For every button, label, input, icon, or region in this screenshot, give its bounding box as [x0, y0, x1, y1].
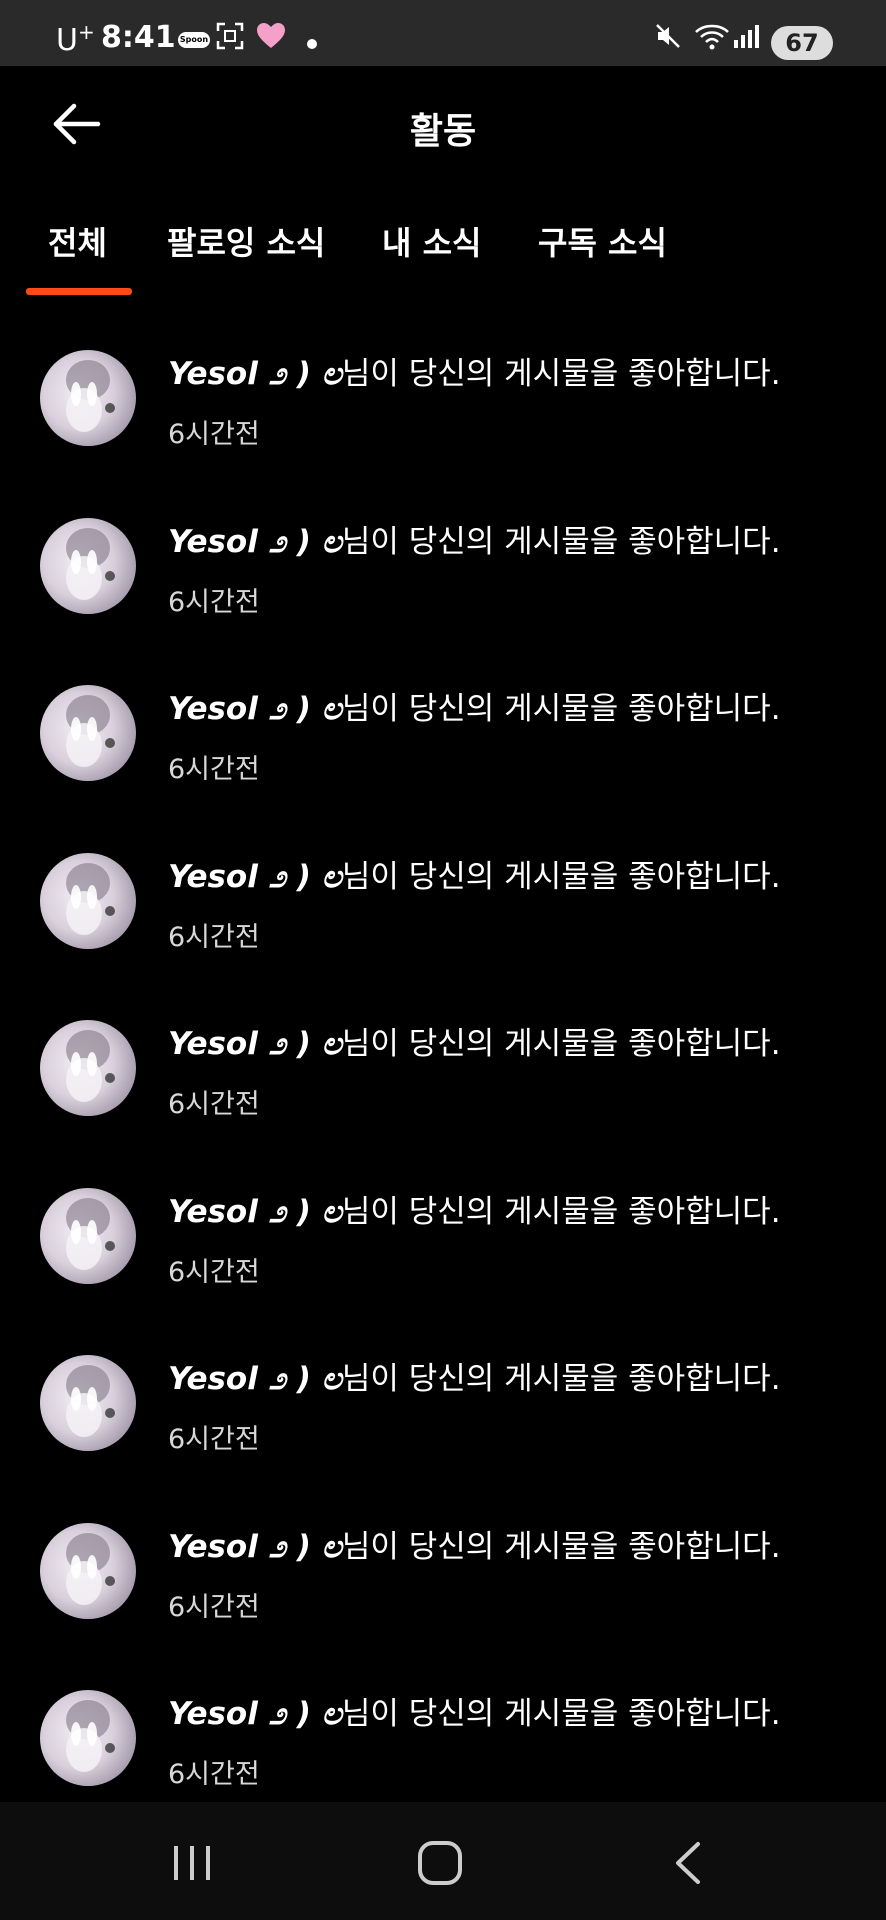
activity-time: 6시간전: [168, 1591, 260, 1623]
activity-item[interactable]: Yesol ೨ ) ಲ님이 당신의 게시물을 좋아합니다. 6시간전: [0, 318, 886, 486]
activity-item[interactable]: Yesol ೨ ) ಲ님이 당신의 게시물을 좋아합니다. 6시간전: [0, 821, 886, 989]
spoon-app-icon: Spoon: [178, 32, 210, 48]
avatar[interactable]: [40, 517, 136, 614]
tab-subscription-news[interactable]: 구독 소식: [538, 218, 667, 264]
activity-message-text: 님이 당신의 게시물을 좋아합니다.: [341, 858, 781, 895]
activity-message-text: 님이 당신의 게시물을 좋아합니다.: [341, 1361, 781, 1397]
recents-icon: [174, 1846, 210, 1880]
battery-indicator: 67: [771, 26, 833, 60]
avatar-illustration: [66, 360, 115, 432]
activity-item[interactable]: Yesol ೨ ) ಲ님이 당신의 게시물을 좋아합니다. 6시간전: [0, 1658, 886, 1826]
activity-message: Yesol ೨ ) ಲ님이 당신의 게시물을 좋아합니다.: [168, 1186, 781, 1231]
activity-username: Yesol ೨ ) ಲ: [168, 523, 342, 560]
avatar-illustration: [66, 1700, 115, 1772]
activity-message-text: 님이 당신의 게시물을 좋아합니다.: [341, 356, 781, 392]
active-tab-indicator: [26, 288, 132, 295]
avatar-illustration: [66, 527, 115, 600]
avatar[interactable]: [40, 1020, 136, 1116]
activity-time: 6시간전: [168, 1089, 260, 1120]
tab-my-news[interactable]: 내 소식: [382, 218, 481, 264]
activity-message-text: 님이 당신의 게시물을 좋아합니다.: [341, 1193, 781, 1230]
activity-item[interactable]: Yesol ೨ ) ಲ님이 당신의 게시물을 좋아합니다. 6시간전: [0, 1323, 886, 1491]
status-time: 8:41: [101, 20, 176, 55]
activity-time: 6시간전: [168, 1424, 260, 1455]
activity-time: 6시간전: [168, 1759, 260, 1790]
activity-list: Yesol ೨ ) ಲ님이 당신의 게시물을 좋아합니다. 6시간전 Yesol ೨…: [0, 318, 886, 1826]
nav-back-button[interactable]: [660, 1838, 720, 1888]
tab-bar: 전체 팔로잉 소식 내 소식 구독 소식: [0, 210, 886, 300]
activity-time: 6시간전: [168, 1256, 260, 1288]
activity-message-text: 님이 당신의 게시물을 좋아합니다.: [341, 1026, 781, 1062]
activity-username: Yesol ೨ ) ಲ: [168, 1696, 342, 1732]
heart-icon: [256, 22, 286, 54]
chevron-left-icon: [676, 1842, 700, 1884]
notification-dot-icon: [306, 30, 318, 54]
activity-message: Yesol ೨ ) ಲ님이 당신의 게시물을 좋아합니다.: [168, 1353, 781, 1398]
activity-message-text: 님이 당신의 게시물을 좋아합니다.: [341, 1696, 781, 1732]
activity-username: Yesol ೨ ) ಲ: [168, 1026, 342, 1062]
mute-icon: [654, 22, 682, 54]
avatar[interactable]: [40, 1355, 136, 1451]
avatar-illustration: [66, 1030, 115, 1102]
avatar[interactable]: [40, 1522, 136, 1619]
tab-following-news[interactable]: 팔로잉 소식: [167, 218, 325, 264]
activity-message: Yesol ೨ ) ಲ님이 당신의 게시물을 좋아합니다.: [168, 851, 781, 896]
avatar[interactable]: [40, 852, 136, 949]
home-icon: [418, 1841, 462, 1885]
activity-message: Yesol ೨ ) ಲ님이 당신의 게시물을 좋아합니다.: [168, 1018, 781, 1063]
activity-item[interactable]: Yesol ೨ ) ಲ님이 당신의 게시물을 좋아합니다. 6시간전: [0, 653, 886, 821]
activity-username: Yesol ೨ ) ಲ: [168, 1193, 342, 1230]
activity-username: Yesol ೨ ) ಲ: [168, 1361, 342, 1397]
activity-time: 6시간전: [168, 921, 260, 953]
tab-all[interactable]: 전체: [48, 218, 107, 264]
activity-username: Yesol ೨ ) ಲ: [168, 691, 342, 727]
activity-message: Yesol ೨ ) ಲ님이 당신의 게시물을 좋아합니다.: [168, 1521, 781, 1566]
system-navigation-bar: [0, 1802, 886, 1920]
wifi-icon: [694, 22, 730, 56]
activity-message: Yesol ೨ ) ಲ님이 당신의 게시물을 좋아합니다.: [168, 348, 781, 393]
activity-item[interactable]: Yesol ೨ ) ಲ님이 당신의 게시물을 좋아합니다. 6시간전: [0, 486, 886, 654]
app-header: 활동: [0, 66, 886, 186]
activity-message: Yesol ೨ ) ಲ님이 당신의 게시물을 좋아합니다.: [168, 1688, 781, 1733]
activity-username: Yesol ೨ ) ಲ: [168, 356, 342, 392]
activity-item[interactable]: Yesol ೨ ) ಲ님이 당신의 게시물을 좋아합니다. 6시간전: [0, 1156, 886, 1324]
avatar-illustration: [66, 862, 115, 935]
carrier-label: U+: [56, 20, 95, 58]
recents-button[interactable]: [162, 1838, 222, 1888]
home-button[interactable]: [410, 1838, 470, 1888]
page-title: 활동: [409, 111, 477, 152]
signal-icon: [732, 22, 760, 54]
activity-time: 6시간전: [168, 586, 260, 618]
avatar-illustration: [66, 1365, 115, 1437]
activity-message-text: 님이 당신의 게시물을 좋아합니다.: [341, 691, 781, 727]
status-bar: U+ 8:41 Spoon 67: [0, 0, 886, 66]
activity-message: Yesol ೨ ) ಲ님이 당신의 게시물을 좋아합니다.: [168, 516, 781, 561]
activity-item[interactable]: Yesol ೨ ) ಲ님이 당신의 게시물을 좋아합니다. 6시간전: [0, 988, 886, 1156]
activity-message: Yesol ೨ ) ಲ님이 당신의 게시물을 좋아합니다.: [168, 683, 781, 728]
activity-time: 6시간전: [168, 419, 260, 450]
avatar[interactable]: [40, 1690, 136, 1786]
avatar-illustration: [66, 1532, 115, 1605]
avatar-illustration: [66, 1197, 115, 1270]
avatar-illustration: [66, 695, 115, 767]
activity-item[interactable]: Yesol ೨ ) ಲ님이 당신의 게시물을 좋아합니다. 6시간전: [0, 1491, 886, 1659]
activity-message-text: 님이 당신의 게시물을 좋아합니다.: [341, 1528, 781, 1565]
avatar[interactable]: [40, 685, 136, 781]
activity-time: 6시간전: [168, 754, 260, 785]
avatar[interactable]: [40, 1187, 136, 1284]
activity-username: Yesol ೨ ) ಲ: [168, 1528, 342, 1565]
activity-username: Yesol ೨ ) ಲ: [168, 858, 342, 895]
avatar[interactable]: [40, 350, 136, 446]
activity-message-text: 님이 당신의 게시물을 좋아합니다.: [341, 523, 781, 560]
screenshot-icon: [216, 22, 244, 54]
